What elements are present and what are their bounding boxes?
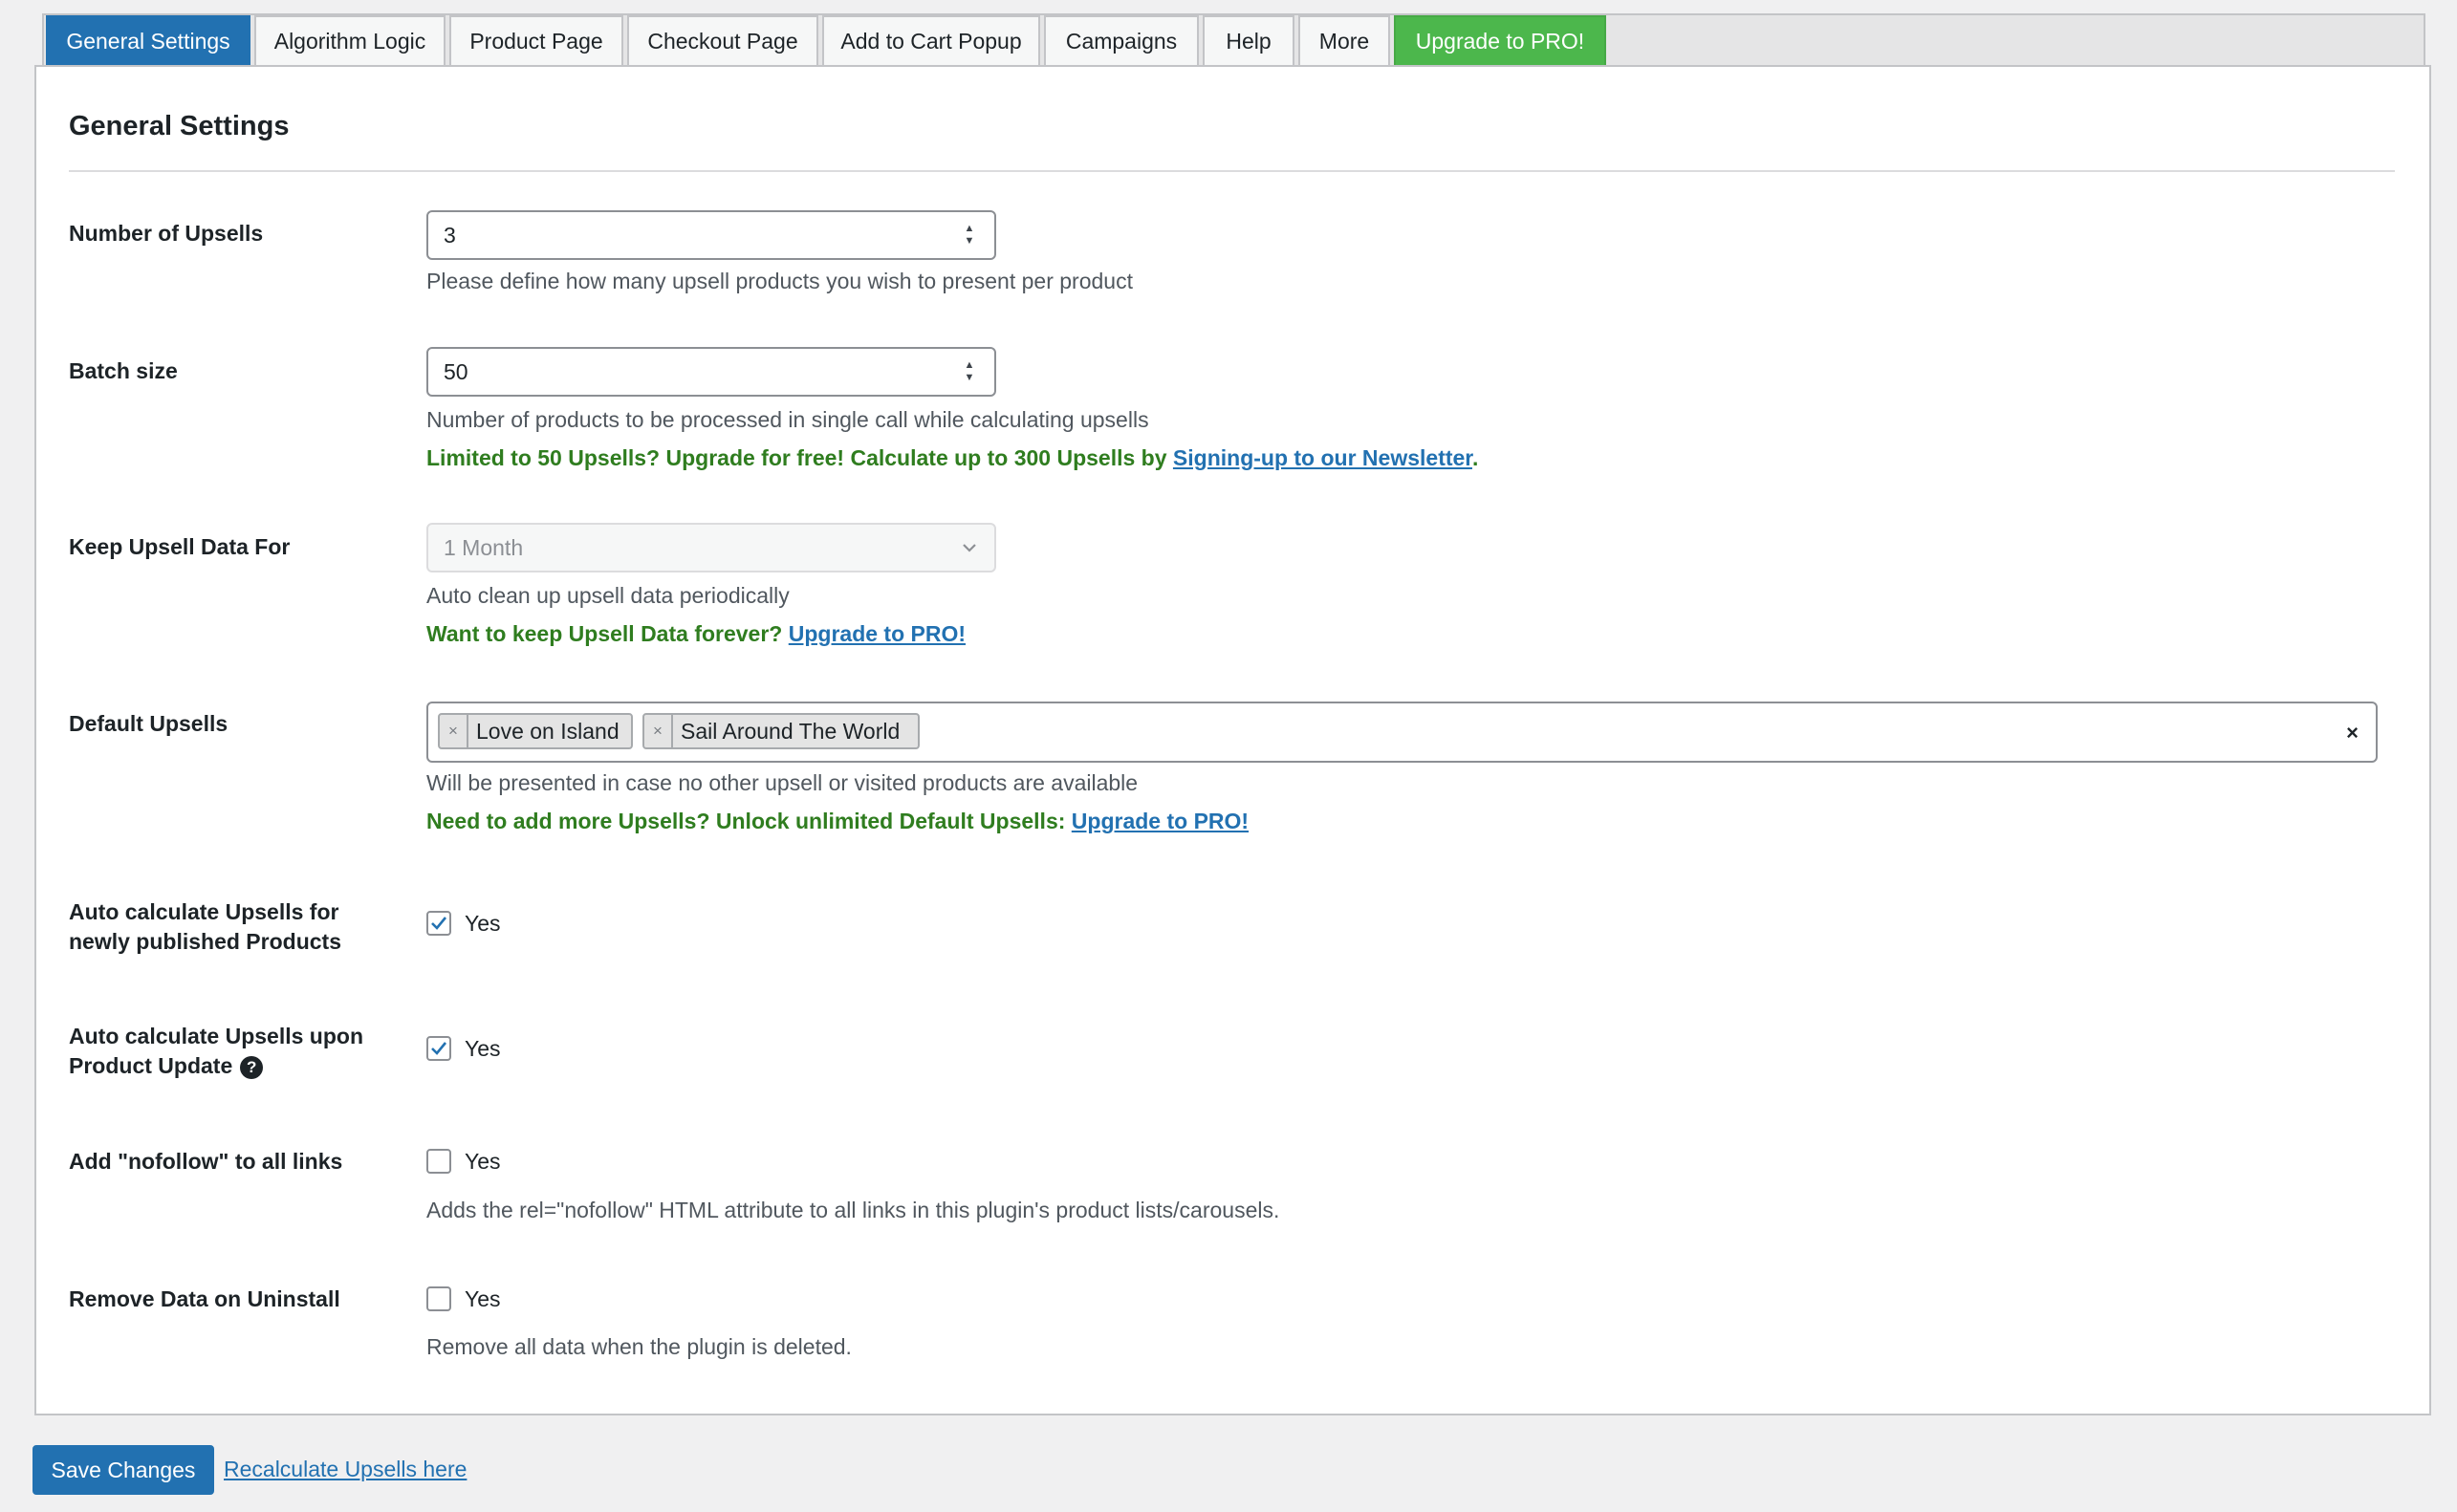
- tab-product-page[interactable]: Product Page: [449, 15, 623, 67]
- token-label: Sail Around The World: [681, 718, 901, 744]
- remove-data-option-label[interactable]: Yes: [465, 1285, 501, 1313]
- default-upsells-upgrade-link[interactable]: Upgrade to PRO!: [1072, 809, 1249, 833]
- save-changes-button[interactable]: Save Changes: [33, 1445, 214, 1495]
- auto-update-label-line2: Product Update: [69, 1053, 233, 1078]
- default-upsells-description: Will be presented in case no other upsel…: [426, 770, 1139, 795]
- tab-add-to-cart-popup[interactable]: Add to Cart Popup: [822, 15, 1040, 67]
- batch-size-promo-suffix: .: [1471, 445, 1479, 470]
- upsell-token: × Sail Around The World: [642, 713, 920, 749]
- auto-update-option-label[interactable]: Yes: [465, 1034, 501, 1063]
- default-upsells-label: Default Upsells: [69, 711, 228, 736]
- nofollow-label: Add "nofollow" to all links: [69, 1149, 343, 1174]
- batch-size-label: Batch size: [69, 358, 178, 383]
- default-upsells-select[interactable]: × Love on Island × Sail Around The World…: [426, 702, 2378, 763]
- token-remove-icon[interactable]: ×: [644, 715, 673, 747]
- num-upsells-description: Please define how many upsell products y…: [426, 269, 1133, 293]
- keep-data-upgrade-link[interactable]: Upgrade to PRO!: [789, 621, 966, 646]
- keep-data-promo: Want to keep Upsell Data forever? Upgrad…: [426, 619, 966, 648]
- spin-down-icon[interactable]: ▼: [965, 372, 975, 384]
- keep-data-description: Auto clean up upsell data periodically: [426, 583, 790, 608]
- keep-data-promo-text: Want to keep Upsell Data forever?: [426, 621, 789, 646]
- auto-new-label-line2: newly published Products: [69, 929, 341, 954]
- remove-data-checkbox[interactable]: [426, 1286, 451, 1311]
- tab-general-settings[interactable]: General Settings: [46, 15, 250, 67]
- auto-new-checkbox[interactable]: [426, 911, 451, 936]
- auto-new-label-line1: Auto calculate Upsells for: [69, 899, 339, 924]
- auto-update-label-line1: Auto calculate Upsells upon: [69, 1024, 363, 1048]
- tab-algorithm-logic[interactable]: Algorithm Logic: [254, 15, 446, 67]
- newsletter-signup-link[interactable]: Signing-up to our Newsletter: [1173, 445, 1472, 470]
- tab-upgrade-to-pro[interactable]: Upgrade to PRO!: [1394, 15, 1606, 67]
- remove-data-label: Remove Data on Uninstall: [69, 1286, 340, 1311]
- keep-data-select[interactable]: 1 Month: [426, 523, 996, 572]
- keep-data-value: 1 Month: [444, 534, 524, 560]
- batch-size-spinner[interactable]: ▲ ▼: [960, 356, 979, 387]
- checkmark-icon: [431, 917, 447, 930]
- spin-down-icon[interactable]: ▼: [965, 235, 975, 248]
- recalculate-upsells-link[interactable]: Recalculate Upsells here: [224, 1457, 467, 1482]
- spin-up-icon[interactable]: ▲: [965, 359, 975, 372]
- nofollow-option-label[interactable]: Yes: [465, 1147, 501, 1176]
- clear-all-icon[interactable]: ×: [2346, 721, 2359, 745]
- default-upsells-promo-text: Need to add more Upsells? Unlock unlimit…: [426, 809, 1072, 833]
- token-label: Love on Island: [476, 718, 620, 744]
- tab-checkout-page[interactable]: Checkout Page: [627, 15, 818, 67]
- help-icon[interactable]: ?: [240, 1055, 264, 1079]
- batch-size-input[interactable]: 50 ▲ ▼: [426, 347, 996, 397]
- auto-update-label-line2-row: Product Update?: [69, 1051, 363, 1081]
- checkmark-icon: [431, 1042, 447, 1055]
- default-upsells-promo: Need to add more Upsells? Unlock unlimit…: [426, 807, 1249, 835]
- settings-page: General Settings Algorithm Logic Product…: [0, 0, 2457, 1512]
- batch-size-value: 50: [444, 358, 468, 384]
- section-title: General Settings: [69, 111, 290, 141]
- num-upsells-spinner[interactable]: ▲ ▼: [960, 220, 979, 250]
- tab-more[interactable]: More: [1298, 15, 1390, 67]
- spin-up-icon[interactable]: ▲: [965, 223, 975, 235]
- keep-data-label: Keep Upsell Data For: [69, 534, 291, 559]
- num-upsells-input[interactable]: 3 ▲ ▼: [426, 210, 996, 260]
- batch-size-promo: Limited to 50 Upsells? Upgrade for free!…: [426, 443, 1478, 472]
- section-divider: [69, 170, 2395, 172]
- batch-size-description: Number of products to be processed in si…: [426, 407, 1149, 432]
- auto-update-checkbox[interactable]: [426, 1036, 451, 1061]
- auto-update-label: Auto calculate Upsells upon Product Upda…: [69, 1022, 363, 1081]
- nofollow-description: Adds the rel="nofollow" HTML attribute t…: [426, 1198, 1280, 1222]
- batch-size-promo-text: Limited to 50 Upsells? Upgrade for free!…: [426, 445, 1173, 470]
- tab-help[interactable]: Help: [1203, 15, 1294, 67]
- tab-campaigns[interactable]: Campaigns: [1044, 15, 1199, 67]
- num-upsells-value: 3: [444, 222, 456, 248]
- auto-new-option-label[interactable]: Yes: [465, 909, 501, 938]
- remove-data-description: Remove all data when the plugin is delet…: [426, 1334, 852, 1359]
- num-upsells-label: Number of Upsells: [69, 221, 264, 246]
- chevron-down-icon: [963, 544, 976, 552]
- auto-new-label: Auto calculate Upsells for newly publish…: [69, 897, 341, 957]
- upsell-token: × Love on Island: [438, 713, 633, 749]
- token-remove-icon[interactable]: ×: [440, 715, 468, 747]
- nofollow-checkbox[interactable]: [426, 1149, 451, 1174]
